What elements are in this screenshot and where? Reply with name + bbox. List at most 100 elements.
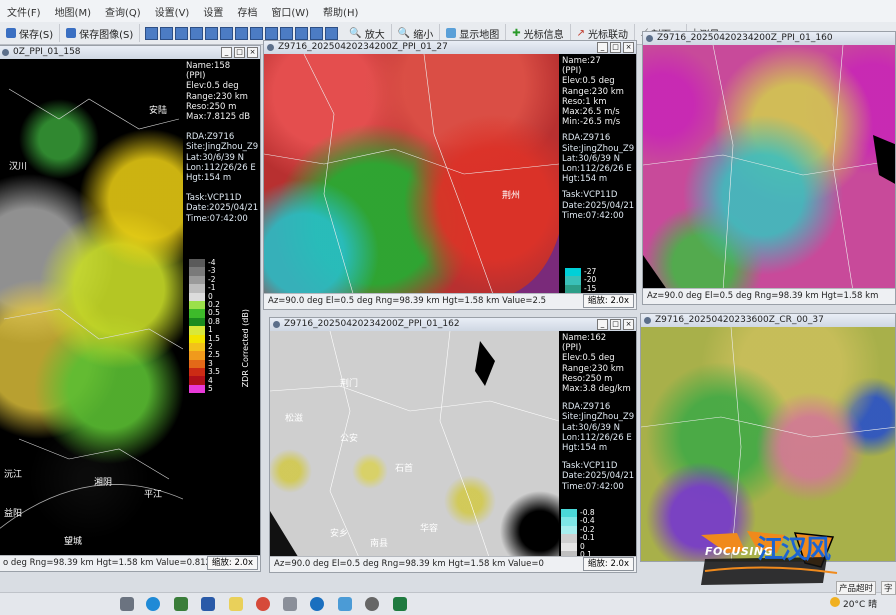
zoom-indicator[interactable]: 缩放: 2.0x (582, 557, 634, 571)
info-hgt: Hgt:154 m (562, 174, 608, 185)
minimize-icon[interactable]: _ (597, 42, 608, 53)
info-rda: RDA:Z9716 (562, 402, 611, 413)
legend-swatch (189, 292, 205, 301)
map-label: 荆门 (340, 379, 359, 389)
pane-title-text: Z9716_20250420233600Z_CR_00_37 (655, 315, 824, 325)
pane-cc[interactable]: Z9716_20250420234200Z_PPI_01_160 Az=90.0… (642, 31, 896, 305)
status-text: o deg Rng=98.39 km Hgt=1.58 km Value=0.8… (3, 558, 217, 568)
legend-row: -1 (189, 283, 220, 293)
color-legend: -0.8 -0.4 -0.2 -0.1 0 0.1 (561, 508, 595, 560)
info-reso: Reso:1 km (562, 96, 607, 107)
menu-settings[interactable]: 设置(V) (148, 4, 197, 19)
info-task: Task:VCP11D (562, 461, 618, 472)
play-icon[interactable] (175, 26, 189, 40)
menu-archive[interactable]: 存档 (230, 4, 264, 19)
crosshair-icon: ✚ (512, 27, 521, 39)
link-icon: ↗ (576, 27, 585, 39)
edge-icon[interactable] (146, 597, 160, 611)
minimize-icon[interactable]: _ (221, 47, 232, 58)
legend-row: 4 (189, 376, 220, 385)
map-label: 安乡 (330, 529, 349, 539)
info-time: Time:07:42:00 (186, 213, 248, 224)
app-icon[interactable] (229, 597, 243, 611)
app-icon[interactable] (310, 597, 324, 611)
excel-icon[interactable] (393, 597, 407, 611)
app-icon[interactable] (283, 597, 297, 611)
radar-display[interactable]: 安陆 汉川 平江 湘阴 益阳 望城 沅江 (0, 59, 183, 558)
legend-swatch (561, 525, 577, 535)
weather-text[interactable]: 20°C 晴 (843, 597, 877, 610)
info-range: Range:230 km (562, 86, 624, 97)
radar-display[interactable] (643, 45, 895, 291)
first-frame-icon[interactable] (145, 26, 159, 40)
legend-row: 3.5 (189, 367, 220, 377)
zoom-in-icon: 🔍 (349, 27, 362, 39)
stop-icon[interactable] (280, 26, 294, 40)
start-icon[interactable] (120, 597, 134, 611)
prev-frame-icon[interactable] (160, 26, 174, 40)
app-icon[interactable] (201, 597, 215, 611)
pane-cr[interactable]: Z9716_20250420233600Z_CR_00_37 (640, 313, 896, 562)
app-icon[interactable] (174, 597, 188, 611)
radar-display[interactable]: 荆门 松滋 公安 石首 安乡 南县 华容 (270, 331, 559, 560)
status-text: Az=90.0 deg El=0.5 deg Rng=98.39 km Hgt=… (268, 296, 547, 306)
zoom-out-icon: 🔍 (397, 27, 411, 39)
color-legend: -4 -3 -2 -1 0 0.2 0.5 0.8 1 1.5 2 2.5 3 3.5 4 5 (189, 258, 220, 394)
save-image-button[interactable]: 保存图像(S) (60, 24, 141, 42)
info-site: Site:JingZhou_Z9 (562, 143, 635, 154)
pause-icon[interactable] (265, 26, 279, 40)
info-lat: Lat:30/6/39 N (186, 152, 244, 163)
pane-zdr[interactable]: 0Z_PPI_01_158 _ □ × 安陆 汉川 平江 湘阴 益阳 望城 沅江 N… (0, 45, 261, 572)
info-reso: Reso:250 m (186, 101, 237, 112)
legend-swatch (189, 300, 205, 310)
minimize-icon[interactable]: _ (597, 319, 608, 330)
menu-settings-2[interactable]: 设置 (196, 4, 230, 19)
menu-help[interactable]: 帮助(H) (316, 4, 365, 19)
app-icon[interactable] (365, 597, 379, 611)
info-mode: (PPI) (562, 66, 582, 77)
refresh-icon[interactable] (295, 26, 309, 40)
radar-display[interactable]: 荆州 (264, 54, 559, 297)
loop-icon[interactable] (250, 26, 264, 40)
show-map-label: 显示地图 (459, 29, 500, 41)
save-button[interactable]: 保存(S) (0, 24, 61, 42)
maximize-icon[interactable]: □ (610, 42, 621, 53)
pane-velocity[interactable]: Z9716_20250420234200Z_PPI_01_27 _ □ × 荆州 N… (263, 40, 637, 310)
legend-swatch (189, 284, 205, 293)
maximize-icon[interactable]: □ (234, 47, 245, 58)
window-controls: _ □ × (597, 42, 634, 53)
zoom-indicator[interactable]: 缩放: 2.0x (582, 294, 634, 308)
legend-swatch (189, 359, 205, 369)
legend-swatch (565, 276, 581, 285)
menu-bar: 文件(F) 地图(M) 查询(Q) 设置(V) 设置 存档 窗口(W) 帮助(H… (0, 0, 896, 23)
pane-title: Z9716_20250420234200Z_PPI_01_160 (643, 32, 895, 45)
zoom-indicator[interactable]: 缩放: 2.0x (206, 556, 258, 570)
layout-icon[interactable] (220, 26, 234, 40)
menu-window[interactable]: 窗口(W) (264, 4, 316, 19)
chrome-icon[interactable] (256, 597, 270, 611)
app-icon[interactable] (338, 597, 352, 611)
close-icon[interactable]: × (623, 319, 634, 330)
last-frame-icon[interactable] (205, 26, 219, 40)
menu-map[interactable]: 地图(M) (48, 4, 98, 19)
close-icon[interactable]: × (623, 42, 634, 53)
menu-query[interactable]: 查询(Q) (98, 4, 148, 19)
pane-kdp[interactable]: Z9716_20250420234200Z_PPI_01_162 _ □ × 荆门 … (269, 317, 637, 573)
map-overlay (264, 54, 559, 297)
next-frame-icon[interactable] (190, 26, 204, 40)
info-date: Date:2025/04/21 (562, 471, 635, 482)
menu-file[interactable]: 文件(F) (0, 4, 48, 19)
forward-icon[interactable] (325, 26, 339, 40)
map-label: 南县 (370, 539, 389, 549)
close-icon[interactable]: × (247, 47, 258, 58)
map-label: 益阳 (4, 509, 23, 519)
back-icon[interactable] (310, 26, 324, 40)
pane-title-text: Z9716_20250420234200Z_PPI_01_160 (657, 33, 833, 43)
grid-icon[interactable] (235, 26, 249, 40)
maximize-icon[interactable]: □ (610, 319, 621, 330)
map-label: 湘阴 (94, 478, 113, 488)
map-label: 平江 (144, 490, 163, 500)
save-image-label: 保存图像(S) (79, 29, 134, 41)
logo-title-text: 江汉风 (757, 535, 831, 565)
zoom-out-label: 缩小 (413, 29, 434, 41)
